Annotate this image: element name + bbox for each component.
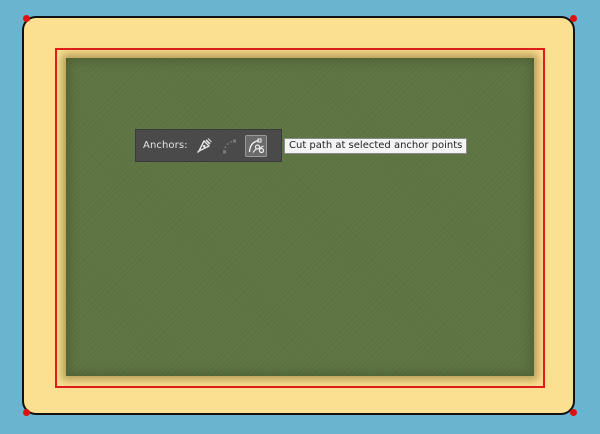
anchors-control-bar: Anchors:: [135, 129, 282, 162]
anchor-point-top-left[interactable]: [23, 15, 30, 22]
anchor-point-bottom-left[interactable]: [23, 409, 30, 416]
anchor-point-top-right[interactable]: [570, 15, 577, 22]
cut-path-at-anchor-icon: [248, 138, 265, 153]
anchor-point-bottom-right[interactable]: [570, 409, 577, 416]
canvas-area: Anchors: Cut path at selected anchor poi…: [0, 0, 600, 434]
cut-path-tooltip: Cut path at selected anchor points: [284, 138, 468, 154]
anchors-label: Anchors:: [143, 140, 188, 151]
remove-handles-button[interactable]: [219, 135, 241, 157]
chalkboard-panel: [66, 58, 534, 376]
convert-anchor-button[interactable]: [193, 135, 215, 157]
convert-anchor-pen-icon: [197, 137, 212, 153]
remove-anchor-handles-icon: [223, 139, 236, 153]
cut-path-button[interactable]: [245, 134, 267, 157]
